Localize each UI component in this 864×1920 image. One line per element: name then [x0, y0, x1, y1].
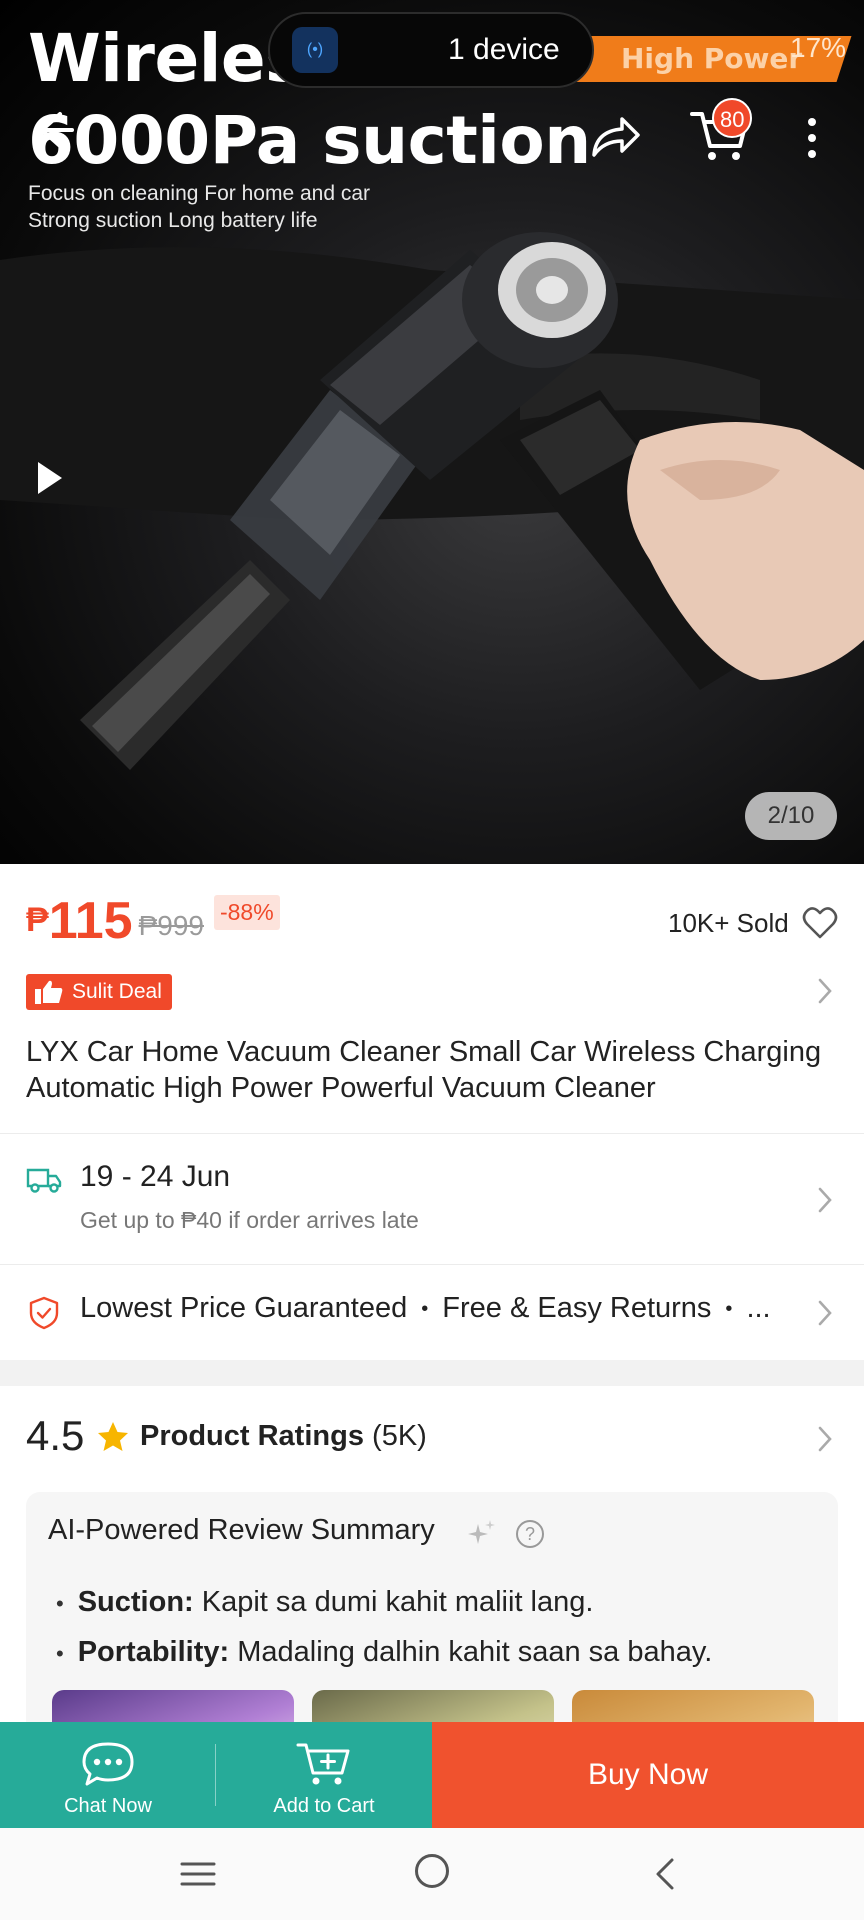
image-counter: 2/10: [745, 792, 837, 840]
add-to-cart-label: Add to Cart: [273, 1795, 375, 1817]
device-count-label: 1 device: [448, 33, 560, 66]
delivery-date: 19 - 24 Jun: [80, 1160, 231, 1193]
ratings-label: Product Ratings (5K): [140, 1420, 427, 1453]
discount-badge: -88%: [213, 895, 280, 930]
back-nav-icon[interactable]: [652, 1856, 680, 1892]
help-icon[interactable]: ?: [516, 1520, 544, 1548]
star-icon: [98, 1422, 128, 1451]
divider: [0, 1264, 864, 1265]
price-row: ₱ 115 ₱999 -88%: [26, 888, 280, 948]
hero-subtitle: Focus on cleaning For home and car Stron…: [28, 180, 370, 234]
play-video-button[interactable]: [26, 448, 74, 508]
section-separator: [0, 1360, 864, 1386]
back-button[interactable]: [24, 100, 84, 160]
wishlist-button[interactable]: [802, 906, 838, 940]
cart-plus-icon: [296, 1743, 350, 1785]
battery-level: 17%: [790, 32, 847, 63]
ai-summary-point: Portability: Madaling dalhin kahit saan …: [48, 1628, 713, 1678]
ai-review-summary-card: AI-Powered Review Summary ? Suction: Kap…: [26, 1492, 838, 1770]
chat-bubble-icon: [82, 1742, 134, 1786]
guarantee-more: ...: [746, 1292, 771, 1324]
heart-icon: [802, 907, 838, 939]
current-price: 115: [48, 892, 133, 950]
guarantee-free-returns: Free & Easy Returns: [442, 1292, 712, 1324]
original-price: ₱999: [138, 910, 204, 941]
chat-now-button[interactable]: Chat Now: [0, 1722, 217, 1828]
divider: [0, 1133, 864, 1134]
share-button[interactable]: [584, 104, 648, 168]
play-icon: [38, 462, 62, 494]
product-image-carousel[interactable]: Wireless 6000Pa suction Focus on cleanin…: [0, 0, 864, 864]
system-navigation-bar: [0, 1828, 864, 1920]
hero-subtitle-line2: Strong suction Long battery life: [28, 209, 318, 232]
rating-score: 4.5: [26, 1412, 85, 1459]
broadcast-icon: (•): [292, 27, 338, 73]
chevron-right-icon: [818, 1300, 832, 1326]
more-vertical-icon: [808, 118, 816, 158]
guarantee-lowest-price: Lowest Price Guaranteed: [80, 1292, 408, 1324]
buy-now-button[interactable]: Buy Now: [432, 1722, 864, 1828]
sulit-deal-badge[interactable]: Sulit Deal: [26, 974, 172, 1010]
late-delivery-note: Get up to ₱40 if order arrives late: [80, 1207, 419, 1233]
arrow-left-icon: [40, 112, 74, 148]
product-title: LYX Car Home Vacuum Cleaner Small Car Wi…: [26, 1036, 822, 1104]
recent-apps-icon[interactable]: [180, 1860, 216, 1888]
connected-device-pill[interactable]: (•) 1 device: [268, 12, 594, 88]
hero-subtitle-line1: Focus on cleaning For home and car: [28, 182, 371, 205]
chat-now-label: Chat Now: [64, 1795, 152, 1817]
price-currency: ₱: [26, 901, 49, 939]
sold-count: 10K+ Sold: [668, 908, 789, 938]
add-to-cart-button[interactable]: Add to Cart: [216, 1722, 432, 1828]
ai-summary-title: AI-Powered Review Summary: [48, 1514, 435, 1546]
home-icon[interactable]: [415, 1854, 449, 1888]
ai-summary-point: Suction: Kapit sa dumi kahit maliit lang…: [48, 1578, 712, 1628]
sulit-deal-label: Sulit Deal: [72, 980, 162, 1003]
share-icon: [592, 117, 640, 157]
truck-icon: [26, 1168, 62, 1193]
sparkle-icon: [468, 1520, 495, 1544]
chevron-right-icon: [818, 1187, 832, 1213]
ratings-count: (5K): [372, 1420, 427, 1452]
shield-check-icon: [29, 1296, 59, 1330]
more-options-button[interactable]: [792, 106, 832, 170]
guarantee-list: Lowest Price Guaranteed • Free & Easy Retu…: [80, 1292, 771, 1324]
hero-headline-line2: 6000Pa suction: [28, 102, 591, 179]
ai-summary-points: Suction: Kapit sa dumi kahit maliit lang…: [48, 1578, 713, 1678]
chevron-right-icon: [818, 1426, 832, 1452]
bottom-action-bar: Chat Now Add to Cart Buy Now: [0, 1722, 864, 1828]
thumbs-up-icon: [35, 980, 63, 1004]
ratings-title: Product Ratings: [140, 1420, 364, 1452]
chevron-right-icon[interactable]: [815, 976, 835, 1006]
